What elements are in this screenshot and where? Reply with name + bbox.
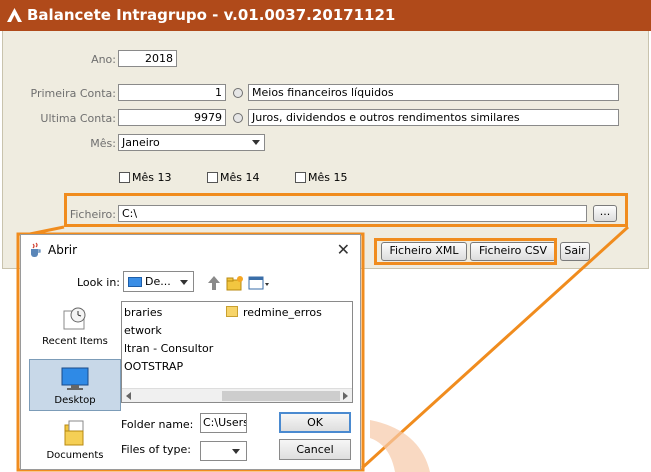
place-label: Recent Items	[42, 336, 108, 347]
look-in-value: De...	[145, 275, 171, 288]
primeira-conta-input[interactable]: 1	[118, 84, 226, 101]
file-item[interactable]: OOTSTRAP	[124, 360, 183, 373]
ano-input[interactable]: 2018	[118, 50, 177, 67]
folder-name-label: Folder name:	[121, 418, 194, 431]
window-titlebar: Balancete Intragrupo - v.01.0037.2017112…	[0, 0, 651, 31]
file-list: braries etwork ltran - Consultor OOTSTRA…	[121, 301, 353, 403]
checkbox-box[interactable]	[119, 172, 130, 183]
folder-icon	[226, 306, 238, 317]
view-menu-icon[interactable]	[248, 275, 270, 291]
primeira-conta-radio[interactable]	[233, 88, 243, 98]
checkbox-box[interactable]	[207, 172, 218, 183]
mes15-checkbox[interactable]: Mês 15	[295, 171, 347, 184]
java-cup-icon	[31, 242, 41, 257]
mes15-label: Mês 15	[308, 171, 348, 184]
scroll-right-icon[interactable]	[343, 392, 348, 400]
desktop-icon	[61, 367, 89, 390]
close-icon[interactable]: ✕	[337, 240, 350, 259]
files-of-type-label: Files of type:	[121, 443, 192, 456]
documents-icon	[64, 420, 84, 446]
look-in-label: Look in:	[77, 276, 120, 289]
dialog-titlebar: Abrir ✕	[21, 235, 360, 265]
ultima-conta-radio[interactable]	[233, 113, 243, 123]
file-item[interactable]: braries	[124, 306, 162, 319]
background-decoration	[370, 420, 430, 472]
files-of-type-select[interactable]	[200, 441, 247, 461]
mes14-label: Mês 14	[220, 171, 260, 184]
ano-label: Ano:	[91, 53, 116, 66]
cancel-button[interactable]: Cancel	[279, 439, 351, 460]
file-item[interactable]: etwork	[124, 324, 162, 337]
monitor-icon	[128, 277, 142, 287]
export-buttons-highlight	[374, 238, 557, 265]
chevron-down-icon	[232, 449, 240, 454]
ultima-conta-input[interactable]: 9979	[118, 109, 226, 126]
ultima-conta-description: Juros, dividendos e outros rendimentos s…	[248, 109, 619, 126]
new-folder-icon[interactable]	[226, 275, 244, 291]
place-label: Documents	[46, 450, 104, 461]
primeira-conta-description: Meios financeiros líquidos	[248, 84, 619, 101]
look-in-select[interactable]: De...	[123, 271, 194, 292]
mes14-checkbox[interactable]: Mês 14	[207, 171, 259, 184]
place-desktop[interactable]: Desktop	[29, 359, 121, 411]
ok-button[interactable]: OK	[279, 412, 351, 433]
place-documents[interactable]: Documents	[29, 415, 121, 467]
horizontal-scrollbar[interactable]	[122, 388, 352, 402]
sair-button[interactable]: Sair	[560, 242, 590, 261]
mes-select[interactable]: Janeiro	[118, 134, 265, 151]
file-item[interactable]: ltran - Consultor	[124, 342, 213, 355]
primeira-conta-label: Primeira Conta:	[30, 87, 116, 100]
ficheiro-highlight	[64, 193, 628, 227]
mes13-label: Mês 13	[132, 171, 172, 184]
mes13-checkbox[interactable]: Mês 13	[119, 171, 171, 184]
up-folder-icon[interactable]	[207, 275, 221, 291]
mes-label: Mês:	[90, 137, 116, 150]
ultima-conta-label: Ultima Conta:	[40, 112, 116, 125]
mes-select-value: Janeiro	[122, 136, 160, 149]
checkbox-box[interactable]	[295, 172, 306, 183]
recent-items-icon	[63, 307, 86, 330]
place-recent-items[interactable]: Recent Items	[29, 303, 121, 355]
place-label: Desktop	[54, 395, 96, 406]
scrollbar-thumb[interactable]	[222, 391, 340, 401]
file-item[interactable]: redmine_erros	[243, 306, 322, 319]
scroll-left-icon[interactable]	[126, 392, 131, 400]
chevron-down-icon	[252, 140, 260, 145]
folder-name-input[interactable]: C:\Users	[200, 413, 247, 433]
dialog-title: Abrir	[48, 243, 78, 257]
window-title: Balancete Intragrupo - v.01.0037.2017112…	[27, 6, 396, 24]
chevron-down-icon	[180, 280, 188, 285]
app-logo-icon	[7, 8, 22, 22]
abrir-dialog: Abrir ✕ Look in: De... Recent Items Desk…	[20, 234, 361, 470]
places-bar: Recent Items Desktop Documents	[29, 301, 121, 467]
